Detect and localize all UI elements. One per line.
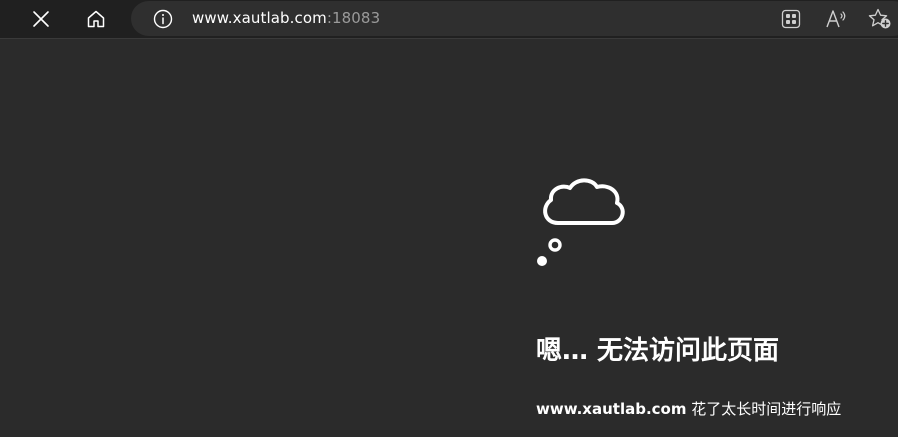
error-title: 嗯… 无法访问此页面: [536, 336, 780, 366]
apps-icon: [781, 9, 801, 29]
address-bar[interactable]: www.xautlab.com:18083: [131, 1, 898, 36]
close-button[interactable]: [25, 3, 57, 35]
favorite-add-icon: [868, 8, 891, 29]
url-port: :18083: [326, 9, 381, 27]
error-message: www.xautlab.com 花了太长时间进行响应: [536, 398, 841, 419]
thought-cloud-icon: [537, 178, 625, 266]
url-host: www.xautlab.com: [192, 9, 327, 27]
url-text[interactable]: www.xautlab.com:18083: [192, 9, 380, 27]
error-host: www.xautlab.com: [536, 400, 687, 418]
home-icon: [87, 10, 105, 28]
error-message-text: 花了太长时间进行响应: [686, 400, 842, 418]
read-aloud-icon: [826, 10, 846, 28]
info-icon: [153, 9, 173, 29]
favorite-button[interactable]: [867, 6, 893, 32]
apps-button[interactable]: [778, 6, 804, 32]
read-aloud-button[interactable]: [823, 6, 849, 32]
browser-toolbar: www.xautlab.com:18083: [0, 0, 898, 39]
home-button[interactable]: [80, 3, 112, 35]
site-info-button[interactable]: [151, 7, 175, 31]
close-icon: [33, 11, 49, 27]
